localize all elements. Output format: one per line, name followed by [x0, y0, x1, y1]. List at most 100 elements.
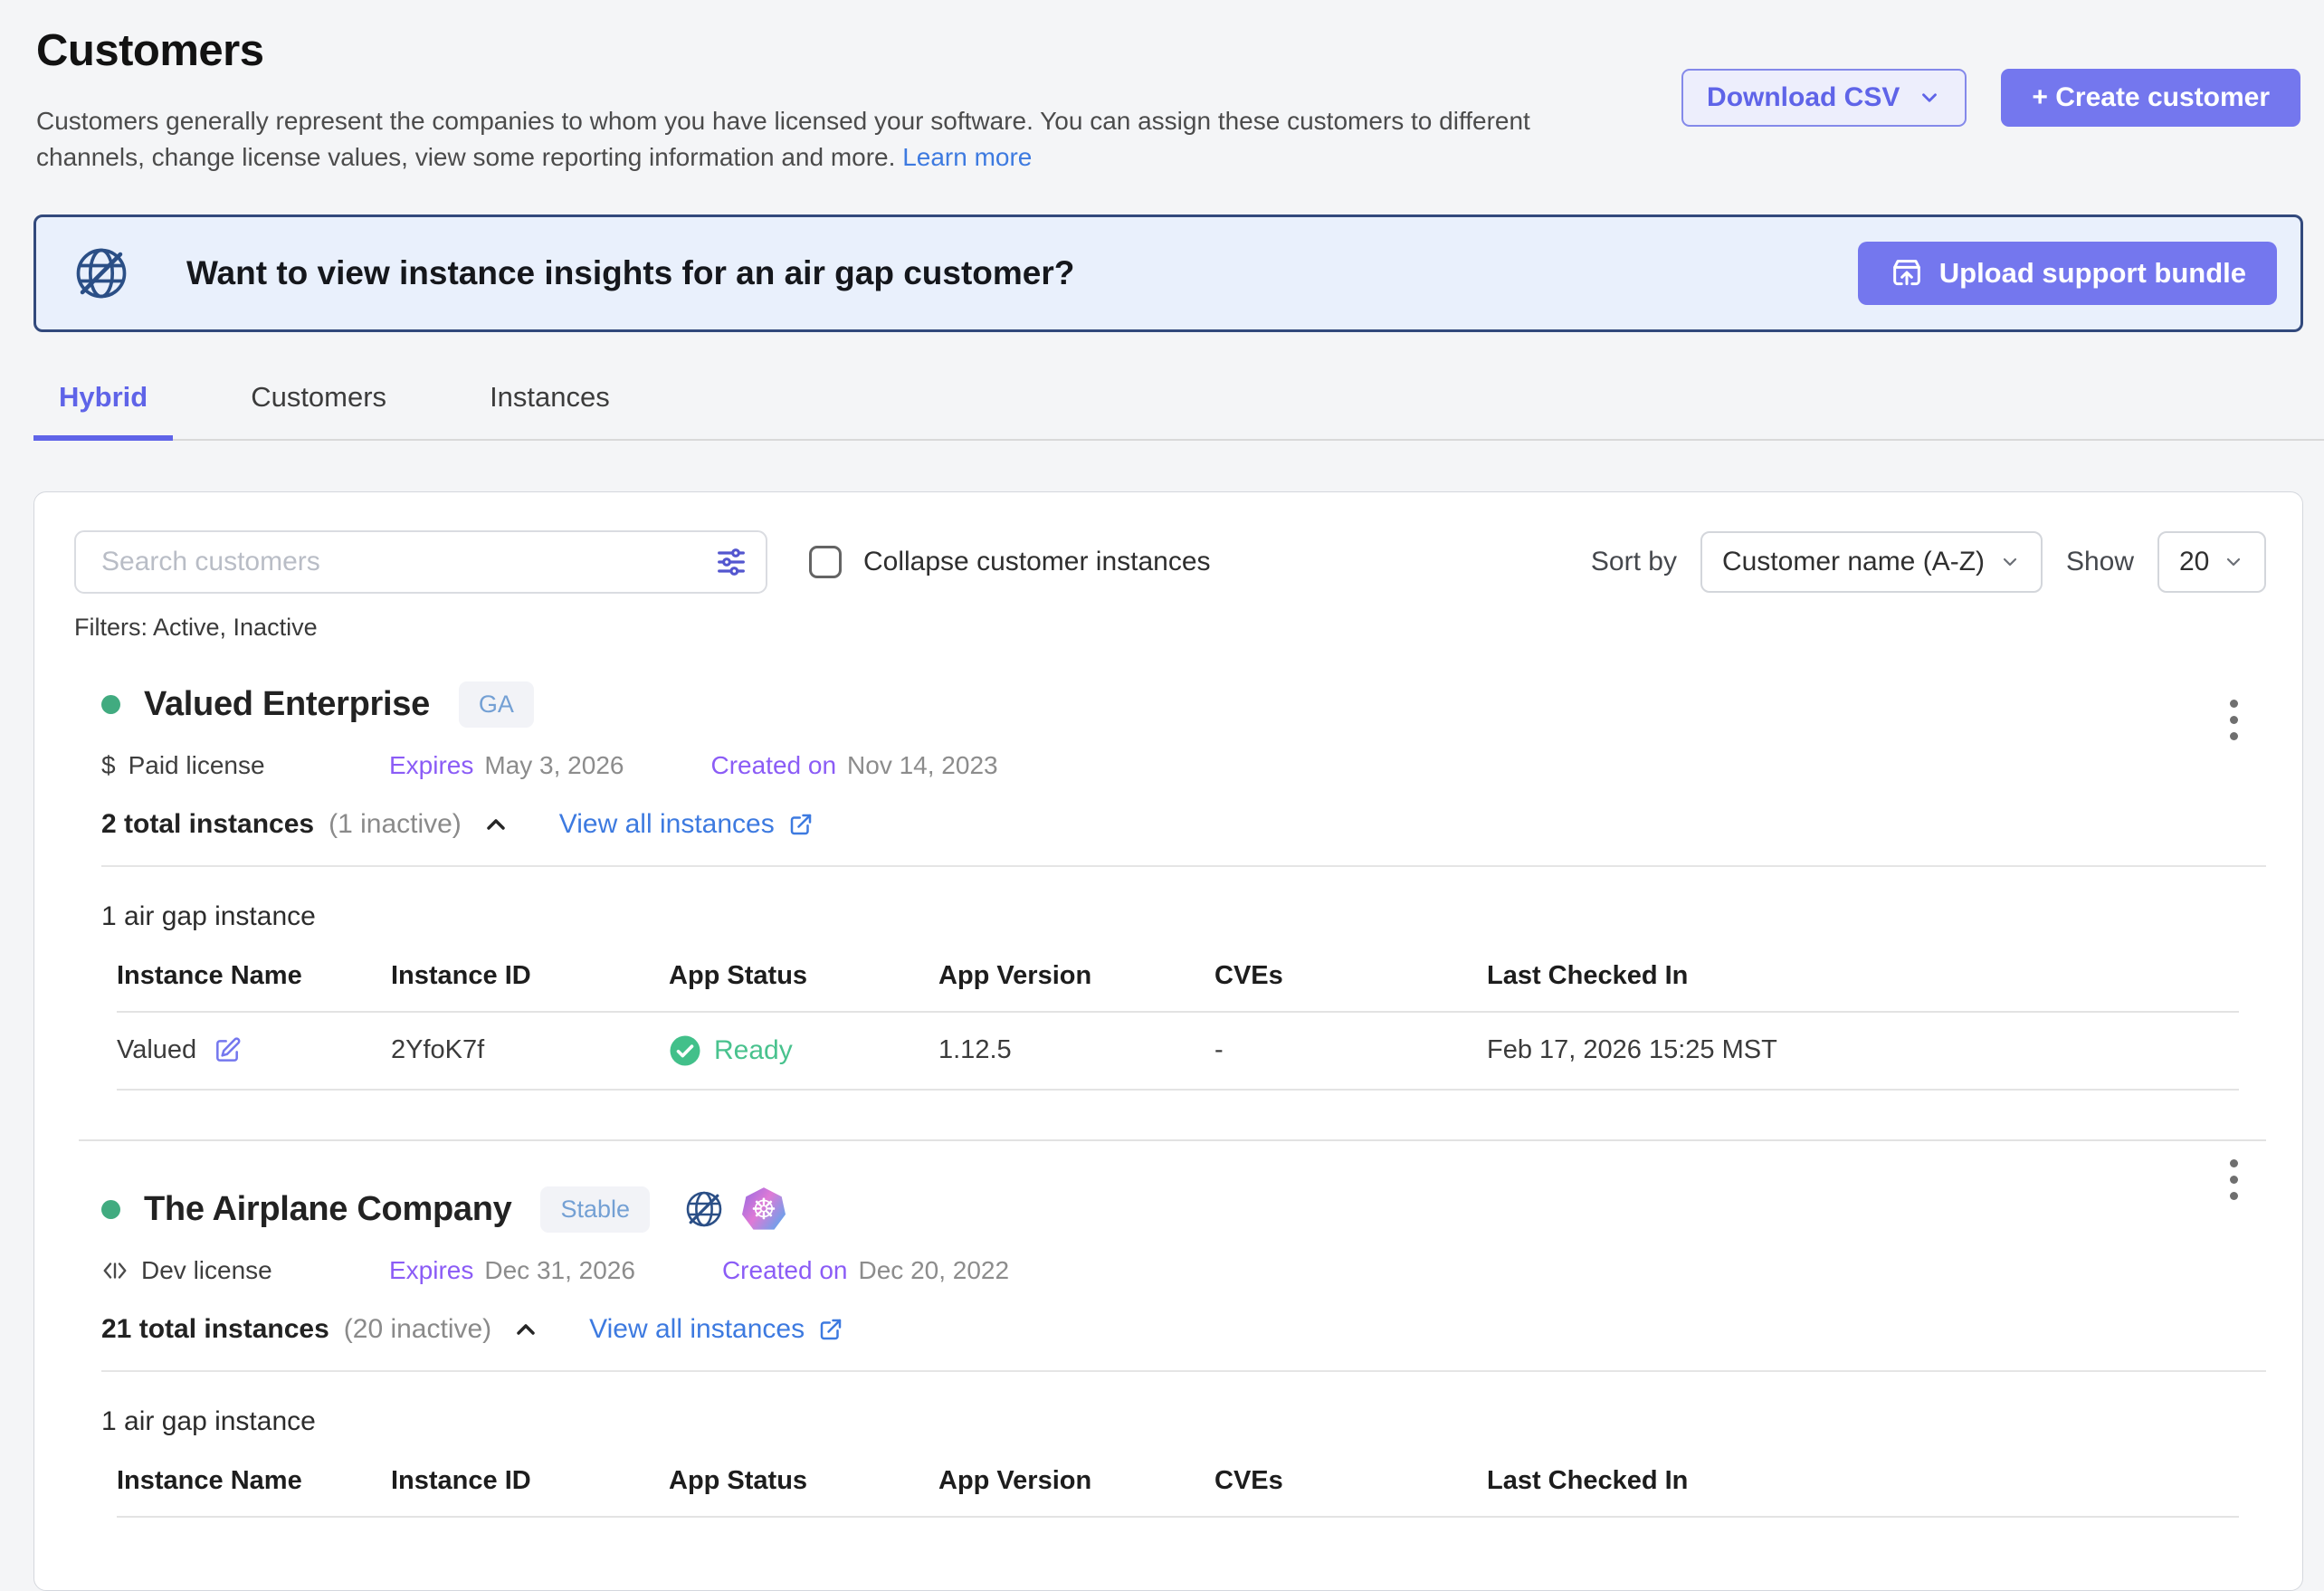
total-instances: 21 total instances — [101, 1314, 329, 1345]
col-app-status: App Status — [669, 961, 938, 1012]
license-type-label: Dev license — [141, 1256, 272, 1285]
page-header: Customers Customers generally represent … — [0, 0, 2324, 176]
instances-summary-row: 2 total instances (1 inactive) View all … — [101, 809, 2266, 840]
col-instance-id: Instance ID — [391, 961, 669, 1012]
created-field: Created on Dec 20, 2022 — [722, 1256, 1009, 1285]
toolbar: Collapse customer instances Sort by Cust… — [74, 530, 2266, 594]
customer-menu-button[interactable] — [2215, 694, 2252, 746]
license-type: $ Paid license — [101, 751, 389, 780]
customer-menu-button[interactable] — [2215, 1154, 2252, 1205]
learn-more-link[interactable]: Learn more — [902, 143, 1032, 171]
upload-icon — [1889, 255, 1925, 291]
cves-value: - — [1214, 1012, 1487, 1090]
airgap-globe-icon — [71, 243, 132, 304]
instance-id: 2YfoK7f — [391, 1012, 669, 1090]
customer-meta: Dev license Expires Dec 31, 2026 Created… — [101, 1256, 2266, 1285]
tab-customers[interactable]: Customers — [225, 381, 412, 439]
edit-icon[interactable] — [213, 1036, 242, 1065]
create-customer-button[interactable]: + Create customer — [2001, 69, 2300, 127]
airgap-instances-heading: 1 air gap instance — [101, 1406, 2266, 1437]
col-cves: CVEs — [1214, 1466, 1487, 1517]
download-csv-label: Download CSV — [1707, 82, 1900, 113]
table-row: Valued 2YfoK7f Ready — [117, 1012, 2239, 1090]
expires-value: May 3, 2026 — [484, 751, 624, 780]
view-all-instances-link[interactable]: View all instances — [589, 1314, 844, 1345]
col-last-checked-in: Last Checked In — [1487, 1466, 2239, 1517]
active-filters-summary: Filters: Active, Inactive — [74, 614, 2266, 642]
airgap-instances-heading: 1 air gap instance — [101, 901, 2266, 932]
chevron-down-icon — [1918, 86, 1941, 110]
kubernetes-icon: ☸ — [742, 1187, 786, 1231]
chevron-down-icon — [2223, 551, 2244, 573]
col-app-status: App Status — [669, 1466, 938, 1517]
show-count-select[interactable]: 20 — [2157, 531, 2266, 593]
total-instances: 2 total instances — [101, 809, 314, 840]
collapse-instances-checkbox[interactable] — [809, 546, 842, 578]
tab-instances[interactable]: Instances — [464, 381, 635, 439]
filter-sliders-icon[interactable] — [713, 544, 749, 580]
download-csv-button[interactable]: Download CSV — [1681, 69, 1967, 127]
col-instance-name: Instance Name — [117, 961, 391, 1012]
code-icon — [101, 1257, 129, 1284]
app-version: 1.12.5 — [938, 1012, 1214, 1090]
app-status-cell: Ready — [669, 1034, 938, 1067]
instances-table-header-row: Instance Name Instance ID App Status App… — [117, 1466, 2239, 1517]
airgap-globe-icon — [682, 1187, 726, 1231]
page-description: Customers generally represent the compan… — [36, 103, 1629, 176]
chevron-up-icon[interactable] — [511, 1315, 540, 1344]
app-status: Ready — [714, 1035, 793, 1066]
airgap-banner: Want to view instance insights for an ai… — [33, 214, 2303, 332]
tab-hybrid[interactable]: Hybrid — [33, 381, 173, 441]
external-link-icon — [787, 811, 814, 838]
created-label: Created on — [710, 751, 836, 780]
col-instance-name: Instance Name — [117, 1466, 391, 1517]
external-link-icon — [817, 1316, 844, 1343]
inactive-instances: (1 inactive) — [329, 809, 462, 840]
col-cves: CVEs — [1214, 961, 1487, 1012]
show-label: Show — [2066, 547, 2134, 577]
view-all-instances-label: View all instances — [589, 1314, 805, 1345]
customer-name[interactable]: The Airplane Company — [144, 1190, 511, 1229]
created-value: Nov 14, 2023 — [847, 751, 998, 780]
instances-table: Instance Name Instance ID App Status App… — [117, 1466, 2239, 1518]
chevron-down-icon — [1999, 551, 2021, 573]
expires-label: Expires — [389, 1256, 473, 1285]
dollar-icon: $ — [101, 751, 116, 780]
channel-badge: GA — [459, 681, 534, 728]
license-type-label: Paid license — [129, 751, 265, 780]
instances-table: Instance Name Instance ID App Status App… — [117, 961, 2239, 1091]
col-app-version: App Version — [938, 961, 1214, 1012]
customer-card-the-airplane-company: The Airplane Company Stable ☸ Dev licens… — [79, 1139, 2266, 1518]
sort-by-value: Customer name (A-Z) — [1722, 547, 1985, 577]
created-value: Dec 20, 2022 — [859, 1256, 1010, 1285]
view-all-instances-label: View all instances — [559, 809, 775, 840]
search-customers-input[interactable] — [100, 546, 713, 578]
channel-badge: Stable — [540, 1186, 650, 1233]
chevron-up-icon[interactable] — [481, 810, 510, 839]
header-actions: Download CSV + Create customer — [1681, 69, 2300, 127]
check-circle-icon — [669, 1034, 701, 1067]
col-last-checked-in: Last Checked In — [1487, 961, 2239, 1012]
collapse-instances-label: Collapse customer instances — [863, 547, 1211, 577]
customer-meta: $ Paid license Expires May 3, 2026 Creat… — [101, 751, 2266, 780]
instance-name-cell: Valued — [117, 1035, 391, 1065]
sort-by-label: Sort by — [1591, 547, 1677, 577]
create-customer-label: + Create customer — [2032, 82, 2270, 113]
customer-name[interactable]: Valued Enterprise — [144, 685, 430, 724]
sort-by-select[interactable]: Customer name (A-Z) — [1700, 531, 2043, 593]
instances-summary-row: 21 total instances (20 inactive) View al… — [101, 1314, 2266, 1345]
divider — [101, 865, 2266, 867]
expires-label: Expires — [389, 751, 473, 780]
tab-bar: Hybrid Customers Instances — [33, 381, 2324, 441]
view-all-instances-link[interactable]: View all instances — [559, 809, 814, 840]
customer-card-valued-enterprise: Valued Enterprise GA $ Paid license Expi… — [74, 681, 2266, 1091]
upload-support-bundle-button[interactable]: Upload support bundle — [1858, 242, 2277, 305]
inactive-instances: (20 inactive) — [344, 1314, 491, 1345]
search-customers-input-wrapper — [74, 530, 767, 594]
banner-title: Want to view instance insights for an ai… — [186, 254, 1074, 292]
show-count-value: 20 — [2179, 547, 2209, 577]
instance-name: Valued — [117, 1035, 196, 1065]
active-status-dot — [101, 1200, 120, 1219]
customer-header: The Airplane Company Stable ☸ — [101, 1186, 2266, 1233]
upload-support-bundle-label: Upload support bundle — [1939, 257, 2246, 290]
